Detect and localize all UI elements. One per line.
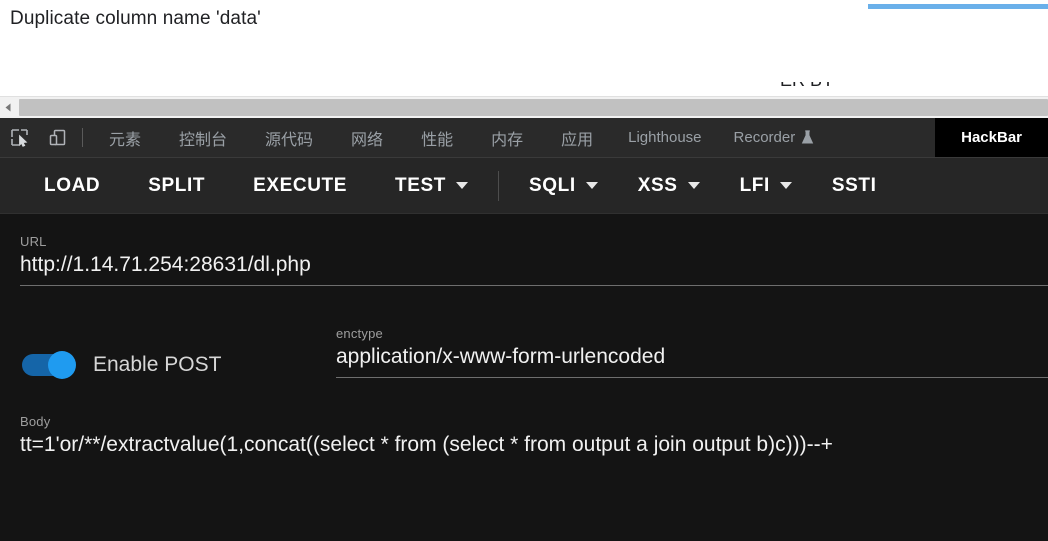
hackbar-form: URL http://1.14.71.254:28631/dl.php Enab… — [0, 214, 1048, 540]
split-button-label: SPLIT — [148, 174, 206, 196]
page-horizontal-scrollbar[interactable] — [0, 96, 1048, 118]
tabbar-spacer — [830, 118, 935, 157]
ssti-menu-button[interactable]: SSTI — [832, 175, 877, 197]
tab-sources[interactable]: 源代码 — [246, 118, 332, 157]
tab-hackbar-label: HackBar — [961, 129, 1022, 146]
tab-memory-label: 内存 — [491, 131, 524, 149]
load-button-label: LOAD — [44, 174, 101, 196]
devtools-tabbar: 元素 控制台 源代码 网络 性能 内存 应用 Lighthouse Record… — [0, 118, 1048, 158]
page-accent-bar — [868, 4, 1048, 9]
xss-menu-label: XSS — [637, 174, 678, 196]
body-field-label: Body — [20, 414, 51, 429]
devtools-panel: 元素 控制台 源代码 网络 性能 内存 应用 Lighthouse Record… — [0, 118, 1048, 541]
body-field[interactable]: Body tt=1'or/**/extractvalue(1,concat((s… — [20, 414, 1048, 457]
tab-performance[interactable]: 性能 — [402, 118, 472, 157]
tab-network-label: 网络 — [351, 131, 384, 149]
tab-console[interactable]: 控制台 — [160, 118, 246, 157]
xss-menu-button[interactable]: XSS — [638, 175, 700, 197]
url-field-label: URL — [20, 234, 47, 249]
enable-post-label: Enable POST — [93, 353, 222, 376]
tab-elements-label: 元素 — [109, 131, 142, 149]
toolbar-divider — [82, 128, 83, 147]
tab-lighthouse-label: Lighthouse — [628, 129, 702, 146]
tab-sources-label: 源代码 — [265, 131, 314, 149]
sqli-menu-label: SQLI — [529, 174, 576, 196]
lfi-menu-button[interactable]: LFI — [740, 175, 792, 197]
toolbar-divider — [498, 170, 499, 201]
flask-icon — [801, 130, 814, 145]
triangle-left-icon[interactable] — [0, 97, 17, 118]
tab-application-label: 应用 — [561, 131, 594, 149]
tab-performance-label: 性能 — [421, 131, 454, 149]
chevron-down-icon — [687, 182, 700, 189]
url-field[interactable]: URL http://1.14.71.254:28631/dl.php — [20, 234, 1048, 286]
post-row: Enable POST enctype application/x-www-fo… — [0, 324, 1048, 399]
tab-recorder[interactable]: Recorder — [718, 118, 831, 157]
chevron-down-icon — [779, 182, 792, 189]
test-menu-button[interactable]: TEST — [395, 175, 468, 197]
tab-application[interactable]: 应用 — [542, 118, 612, 157]
enctype-field-label: enctype — [336, 326, 383, 341]
page-error-message: Duplicate column name 'data' — [10, 8, 261, 29]
enctype-field-underline — [336, 377, 1048, 378]
tab-hackbar[interactable]: HackBar — [935, 118, 1048, 157]
load-button[interactable]: LOAD — [44, 175, 100, 197]
tab-recorder-label: Recorder — [733, 129, 796, 146]
enable-post-toggle[interactable]: Enable POST — [22, 351, 221, 379]
lfi-menu-label: LFI — [739, 174, 770, 196]
body-input[interactable]: tt=1'or/**/extractvalue(1,concat((select… — [20, 433, 1048, 457]
toggle-switch-icon[interactable] — [22, 351, 79, 379]
inspect-element-icon[interactable] — [0, 118, 38, 157]
sqli-menu-button[interactable]: SQLI — [529, 175, 598, 197]
chevron-down-icon — [585, 182, 598, 189]
toggle-knob — [48, 351, 76, 379]
tab-network[interactable]: 网络 — [332, 118, 402, 157]
execute-button[interactable]: EXECUTE — [253, 175, 347, 197]
scrollbar-thumb[interactable] — [19, 99, 1048, 116]
ssti-menu-label: SSTI — [831, 174, 877, 196]
hackbar-toolbar: LOAD SPLIT EXECUTE TEST SQLI XSS LFI SST… — [0, 158, 1048, 214]
tab-lighthouse[interactable]: Lighthouse — [612, 118, 717, 157]
url-field-underline — [20, 285, 1048, 286]
enctype-field[interactable]: enctype application/x-www-form-urlencode… — [336, 326, 1048, 378]
test-menu-label: TEST — [395, 174, 446, 196]
tab-memory[interactable]: 内存 — [472, 118, 542, 157]
enctype-input[interactable]: application/x-www-form-urlencoded — [336, 345, 1048, 369]
chevron-down-icon — [456, 182, 468, 189]
page-clipped-text: ER BY — [780, 82, 940, 95]
tab-elements[interactable]: 元素 — [90, 118, 160, 157]
tab-console-label: 控制台 — [179, 131, 228, 149]
execute-button-label: EXECUTE — [253, 174, 348, 196]
device-toolbar-icon[interactable] — [38, 118, 76, 157]
page-clipped-text-inner: ER BY — [780, 82, 834, 90]
url-input[interactable]: http://1.14.71.254:28631/dl.php — [20, 253, 1048, 277]
split-button[interactable]: SPLIT — [148, 175, 205, 197]
